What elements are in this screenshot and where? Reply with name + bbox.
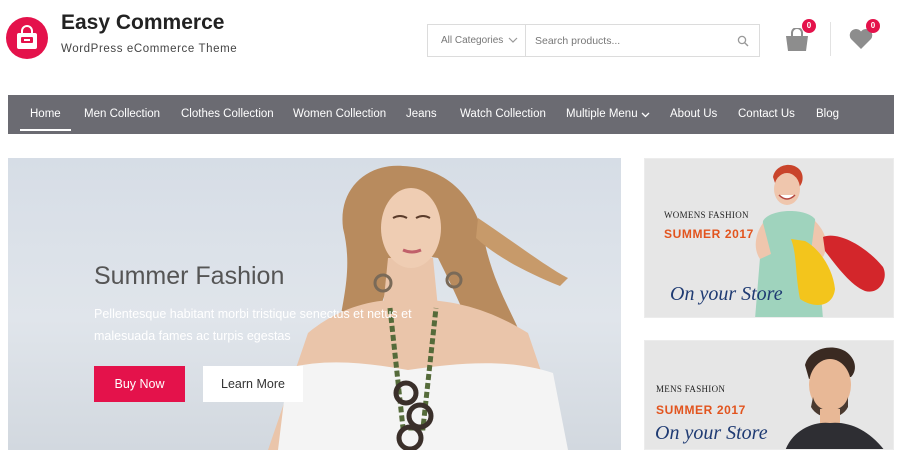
main-navigation: Home Men Collection Clothes Collection W… (8, 95, 894, 134)
nav-item-blog[interactable]: Blog (816, 95, 839, 134)
shopping-bag-icon (17, 25, 37, 49)
header-icon-divider (830, 22, 831, 56)
search-form: All Categories (427, 24, 760, 57)
mens-fashion-label: MENS FASHION (656, 384, 726, 394)
womens-season-label: SUMMER 2017 (664, 227, 754, 241)
chevron-down-icon[interactable] (641, 111, 650, 119)
nav-item-clothes-collection[interactable]: Clothes Collection (181, 95, 274, 134)
nav-item-women-collection[interactable]: Women Collection (293, 95, 386, 134)
category-select-label: All Categories (441, 35, 504, 46)
wishlist-count-badge: 0 (866, 19, 880, 33)
nav-item-contact-us[interactable]: Contact Us (738, 95, 795, 134)
nav-item-watch-collection[interactable]: Watch Collection (460, 95, 546, 134)
nav-item-multiple-menu[interactable]: Multiple Menu (566, 95, 638, 134)
site-tagline: WordPress eCommerce Theme (61, 43, 238, 55)
search-input[interactable] (527, 25, 727, 56)
womens-slogan: On your Store (670, 283, 783, 305)
nav-item-home[interactable]: Home (20, 95, 71, 134)
nav-item-jeans[interactable]: Jeans (406, 95, 437, 134)
mens-slogan: On your Store (655, 422, 768, 444)
womens-fashion-banner[interactable]: WOMENS FASHION SUMMER 2017 On your Store (644, 158, 894, 318)
mens-fashion-banner[interactable]: MENS FASHION SUMMER 2017 On your Store (644, 340, 894, 450)
site-title[interactable]: Easy Commerce (61, 11, 224, 35)
search-icon[interactable] (737, 35, 749, 47)
nav-item-men-collection[interactable]: Men Collection (84, 95, 160, 134)
hero-title: Summer Fashion (94, 262, 285, 290)
site-logo[interactable] (6, 17, 48, 59)
womens-fashion-label: WOMENS FASHION (664, 210, 749, 220)
buy-now-button[interactable]: Buy Now (94, 366, 185, 402)
learn-more-button[interactable]: Learn More (203, 366, 303, 402)
mens-season-label: SUMMER 2017 (656, 403, 746, 417)
hero-description: Pellentesque habitant morbi tristique se… (94, 307, 412, 343)
nav-item-about-us[interactable]: About Us (670, 95, 717, 134)
cart-count-badge: 0 (802, 19, 816, 33)
hero-slider: Summer Fashion Pellentesque habitant mor… (8, 158, 621, 450)
chevron-down-icon (508, 37, 518, 43)
